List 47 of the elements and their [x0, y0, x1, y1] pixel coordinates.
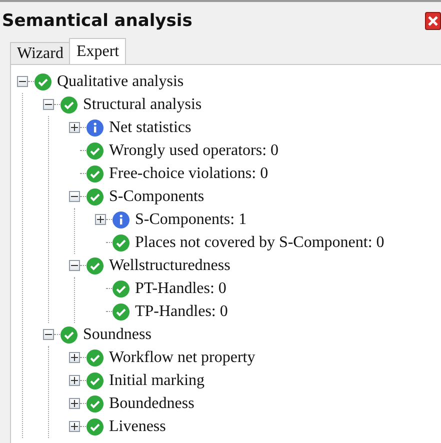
expand-toggle[interactable]: [95, 214, 106, 225]
collapse-toggle[interactable]: [17, 76, 28, 87]
info-icon: [86, 118, 104, 136]
check-icon: [86, 394, 104, 412]
check-icon: [34, 72, 52, 90]
tree-item-label[interactable]: Boundedness: [109, 394, 194, 412]
check-icon: [60, 96, 78, 114]
tab[interactable]: Expert: [69, 38, 126, 64]
tree-item-label[interactable]: PT-Handles: 0: [135, 280, 226, 298]
expand-toggle[interactable]: [69, 122, 80, 133]
tree-item-label[interactable]: S-Components: [109, 188, 204, 206]
tree-item-label[interactable]: TP-Handles: 0: [135, 302, 228, 320]
expand-toggle[interactable]: [69, 352, 80, 363]
tree-item-label[interactable]: Workflow net property: [109, 348, 256, 366]
info-icon: [112, 210, 130, 228]
collapse-toggle[interactable]: [43, 329, 54, 340]
tab[interactable]: Wizard: [10, 42, 70, 64]
tree-item-label[interactable]: Initial marking: [109, 372, 205, 390]
check-icon: [86, 256, 104, 274]
expand-toggle[interactable]: [69, 375, 80, 386]
expand-toggle[interactable]: [69, 421, 80, 432]
tree-item-label[interactable]: Net statistics: [109, 118, 192, 136]
collapse-toggle[interactable]: [69, 260, 80, 271]
collapse-toggle[interactable]: [43, 99, 54, 110]
tree-item-label[interactable]: Soundness: [83, 326, 152, 344]
tree-item-label[interactable]: S-Components: 1: [135, 210, 247, 228]
check-icon: [112, 234, 130, 252]
check-icon: [86, 372, 104, 390]
tree-item-label[interactable]: Structural analysis: [83, 96, 202, 114]
expand-toggle[interactable]: [69, 398, 80, 409]
tree-item-label[interactable]: Wrongly used operators: 0: [109, 142, 279, 160]
tree-item-label[interactable]: Places not covered by S-Component: 0: [135, 234, 384, 252]
tree-item-label[interactable]: Wellstructuredness: [109, 256, 230, 274]
check-icon: [60, 326, 78, 344]
check-icon: [112, 280, 130, 298]
check-icon: [86, 348, 104, 366]
window-title: Semantical analysis: [2, 11, 192, 31]
collapse-toggle[interactable]: [69, 191, 80, 202]
close-button[interactable]: [425, 12, 441, 30]
check-icon: [86, 164, 104, 182]
check-icon: [86, 142, 104, 160]
tree-item-label[interactable]: Qualitative analysis: [57, 72, 184, 90]
tree-item-label[interactable]: Liveness: [109, 418, 166, 436]
check-icon: [86, 418, 104, 436]
check-icon: [86, 188, 104, 206]
tree-item-label[interactable]: Free-choice violations: 0: [109, 164, 268, 182]
check-icon: [112, 302, 130, 320]
